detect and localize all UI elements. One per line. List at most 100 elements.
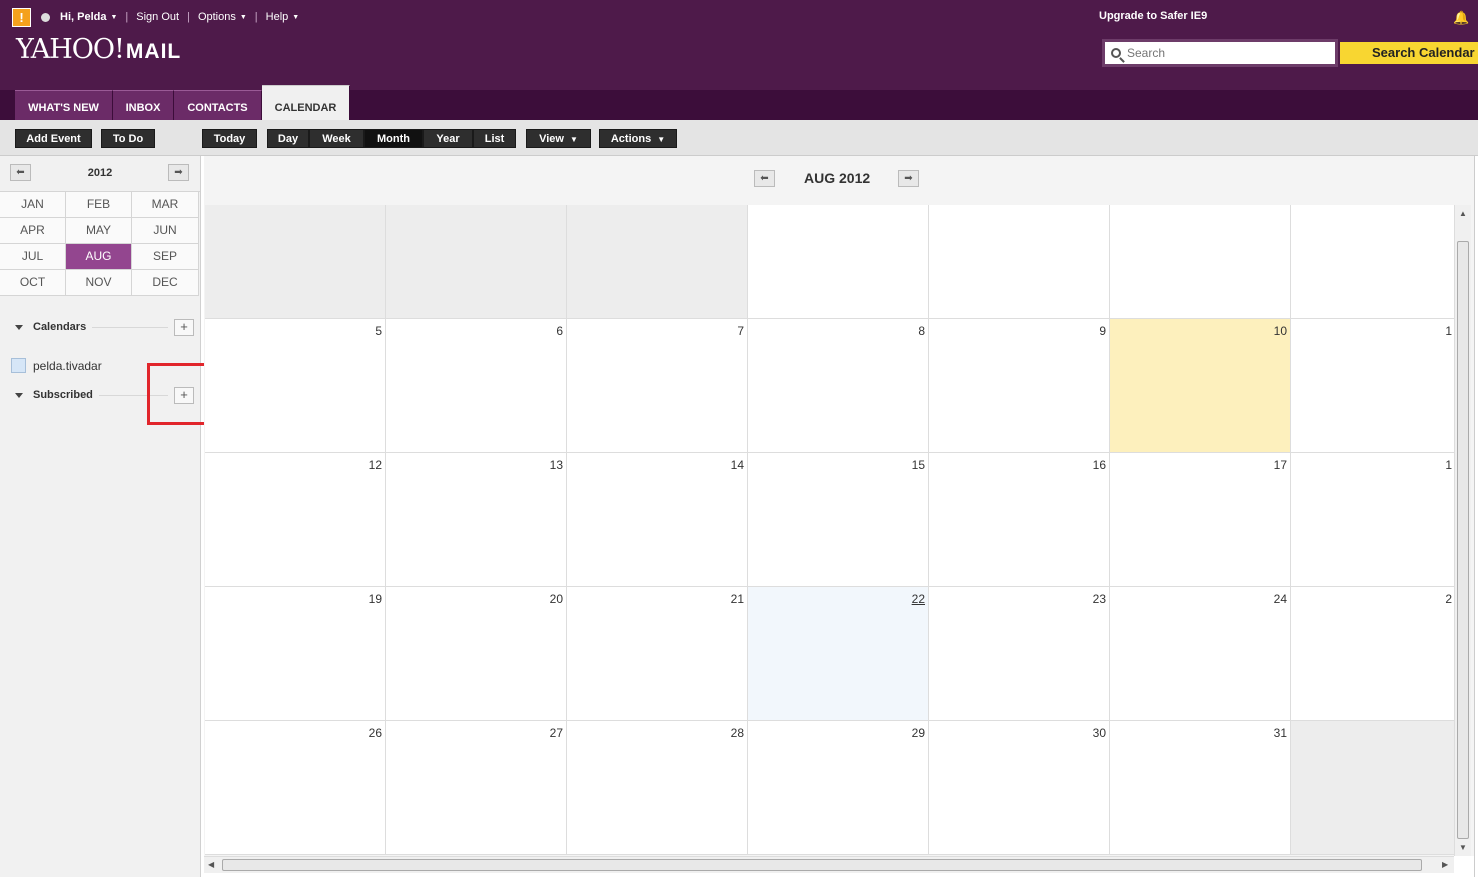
month-cell-nov[interactable]: NOV: [66, 270, 132, 296]
horizontal-scroll-thumb[interactable]: [222, 859, 1422, 871]
view-menu-button[interactable]: View ▼: [526, 129, 591, 148]
next-year-arrow-icon[interactable]: ➡: [168, 164, 189, 181]
chevron-down-icon: ▼: [110, 13, 118, 21]
day-cell[interactable]: 29: [748, 721, 929, 854]
tab-whats-new[interactable]: WHAT'S NEW: [15, 90, 113, 120]
day-cell[interactable]: 16: [929, 453, 1110, 586]
calendar-color-swatch[interactable]: [11, 358, 26, 373]
month-title: AUG 2012: [804, 170, 871, 186]
chevron-down-icon: ▼: [239, 13, 247, 21]
vertical-scrollbar[interactable]: ▲ ▼: [1454, 205, 1471, 856]
day-cell[interactable]: 1: [1291, 453, 1455, 586]
calendars-section-header: Calendars +: [15, 318, 195, 336]
day-cell[interactable]: 2: [1291, 587, 1455, 720]
calendar-name: pelda.tivadar: [33, 358, 102, 373]
year-view-button[interactable]: Year: [423, 129, 473, 148]
scroll-down-icon[interactable]: ▼: [1459, 843, 1467, 852]
day-cell[interactable]: 20: [386, 587, 567, 720]
day-cell[interactable]: 19: [205, 587, 386, 720]
day-cell[interactable]: 26: [205, 721, 386, 854]
scroll-up-icon[interactable]: ▲: [1459, 209, 1467, 218]
day-cell[interactable]: 24: [1110, 587, 1291, 720]
day-cell[interactable]: 10: [1110, 319, 1291, 452]
week-view-button[interactable]: Week: [309, 129, 364, 148]
month-cell-aug[interactable]: AUG: [66, 244, 132, 270]
day-cell[interactable]: [929, 205, 1110, 318]
day-cell[interactable]: [1291, 205, 1455, 318]
month-cell-jun[interactable]: JUN: [132, 218, 199, 244]
bell-icon[interactable]: 🔔: [1453, 10, 1469, 26]
month-cell-dec[interactable]: DEC: [132, 270, 199, 296]
search-input[interactable]: [1127, 46, 1327, 60]
day-view-button[interactable]: Day: [267, 129, 309, 148]
day-cell[interactable]: 30: [929, 721, 1110, 854]
calendar-item[interactable]: pelda.tivadar: [11, 358, 102, 373]
tab-calendar[interactable]: CALENDAR: [262, 85, 350, 120]
horizontal-scrollbar[interactable]: ◀ ▶: [204, 856, 1454, 873]
day-cell[interactable]: [567, 205, 748, 318]
day-cell[interactable]: 14: [567, 453, 748, 586]
day-cell[interactable]: 31: [1110, 721, 1291, 854]
day-cell[interactable]: 17: [1110, 453, 1291, 586]
day-cell[interactable]: [1291, 721, 1455, 854]
month-cell-may[interactable]: MAY: [66, 218, 132, 244]
day-cell[interactable]: 22: [748, 587, 929, 720]
month-cell-jan[interactable]: JAN: [0, 192, 66, 218]
day-cell[interactable]: 21: [567, 587, 748, 720]
day-cell[interactable]: 9: [929, 319, 1110, 452]
prev-year-arrow-icon[interactable]: ⬅: [10, 164, 31, 181]
month-cell-jul[interactable]: JUL: [0, 244, 66, 270]
day-cell[interactable]: 13: [386, 453, 567, 586]
today-button[interactable]: Today: [202, 129, 257, 148]
month-cell-oct[interactable]: OCT: [0, 270, 66, 296]
day-cell[interactable]: [205, 205, 386, 318]
next-month-arrow-icon[interactable]: ➡: [898, 170, 919, 187]
chevron-down-icon: ▼: [657, 135, 666, 144]
day-cell[interactable]: [386, 205, 567, 318]
week-row: 26 27 28 29 30 31: [205, 721, 1455, 855]
search-calendar-button[interactable]: Search Calendar: [1340, 42, 1478, 64]
day-cell[interactable]: [748, 205, 929, 318]
actions-menu-button[interactable]: Actions ▼: [599, 129, 677, 148]
day-cell[interactable]: 23: [929, 587, 1110, 720]
day-cell[interactable]: 1: [1291, 319, 1455, 452]
day-cell[interactable]: 8: [748, 319, 929, 452]
collapse-triangle-icon[interactable]: [15, 324, 23, 330]
month-cell-mar[interactable]: MAR: [132, 192, 199, 218]
todo-button[interactable]: To Do: [101, 129, 155, 148]
month-cell-sep[interactable]: SEP: [132, 244, 199, 270]
day-cell[interactable]: [1110, 205, 1291, 318]
actions-label: Actions: [610, 133, 652, 145]
add-calendar-button[interactable]: +: [174, 318, 194, 336]
warning-icon[interactable]: !: [12, 7, 31, 27]
day-cell[interactable]: 7: [567, 319, 748, 452]
tab-contacts[interactable]: CONTACTS: [174, 90, 262, 120]
list-view-button[interactable]: List: [473, 129, 516, 148]
month-picker: JAN FEB MAR APR MAY JUN JUL AUG SEP OCT NOV DEC: [0, 191, 200, 296]
scroll-left-icon[interactable]: ◀: [208, 860, 214, 869]
day-cell[interactable]: 27: [386, 721, 567, 854]
tab-inbox[interactable]: INBOX: [113, 90, 174, 120]
vertical-scroll-thumb[interactable]: [1457, 241, 1469, 839]
day-cell[interactable]: 28: [567, 721, 748, 854]
sign-out-link[interactable]: Sign Out: [136, 11, 179, 23]
month-cell-apr[interactable]: APR: [0, 218, 66, 244]
search-box: [1102, 39, 1338, 67]
scroll-right-icon[interactable]: ▶: [1442, 860, 1448, 869]
day-cell[interactable]: 5: [205, 319, 386, 452]
header: ! Hi, Pelda ▼ | Sign Out | Options ▼ | H…: [0, 0, 1478, 90]
add-event-button[interactable]: Add Event: [15, 129, 92, 148]
options-menu[interactable]: Options ▼: [198, 11, 247, 23]
upgrade-link[interactable]: Upgrade to Safer IE9: [1099, 10, 1207, 22]
help-menu[interactable]: Help ▼: [266, 11, 300, 23]
yahoo-mail-logo[interactable]: YAHOO!MAIL: [16, 34, 181, 65]
day-cell[interactable]: 12: [205, 453, 386, 586]
collapse-triangle-icon[interactable]: [15, 392, 23, 398]
day-cell[interactable]: 6: [386, 319, 567, 452]
greeting-menu[interactable]: Hi, Pelda ▼: [60, 11, 117, 23]
month-view-button[interactable]: Month: [364, 129, 423, 148]
logo-text: YAHOO!: [16, 34, 125, 65]
month-cell-feb[interactable]: FEB: [66, 192, 132, 218]
day-cell[interactable]: 15: [748, 453, 929, 586]
prev-month-arrow-icon[interactable]: ⬅: [754, 170, 775, 187]
